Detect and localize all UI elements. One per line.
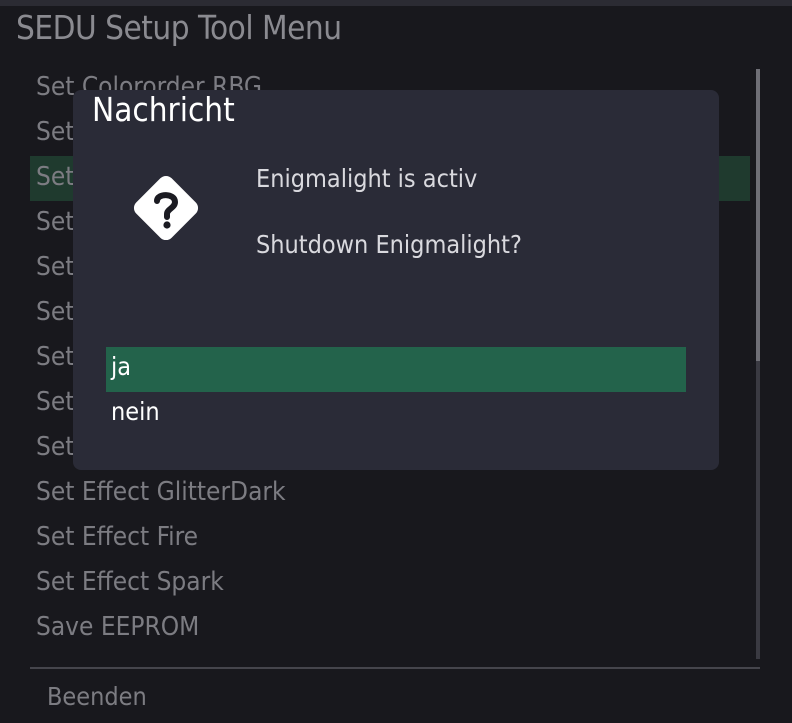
menu-item-effect-fire[interactable]: Set Effect Fire — [30, 516, 750, 561]
exit-label[interactable]: Beenden — [47, 682, 147, 711]
dialog-title: Nachricht — [92, 90, 235, 129]
window-title: SEDU Setup Tool Menu — [16, 8, 342, 47]
dialog-message-line-2: Shutdown Enigmalight? — [256, 230, 522, 259]
scrollbar-thumb[interactable] — [756, 69, 760, 361]
menu-scrollbar[interactable] — [756, 69, 760, 659]
menu-item-effect-spark[interactable]: Set Effect Spark — [30, 561, 750, 606]
screen: SEDU Setup Tool Menu Set Colororder RBG … — [0, 0, 792, 723]
choice-yes[interactable]: ja — [106, 347, 686, 392]
message-dialog: Nachricht Enigmalight is activ Shutdown … — [73, 90, 719, 470]
question-diamond-icon — [133, 175, 199, 241]
menu-item-save-eeprom[interactable]: Save EEPROM — [30, 606, 750, 651]
dialog-choices: ja nein — [106, 347, 686, 437]
menu-item-effect-glitterdark[interactable]: Set Effect GlitterDark — [30, 471, 750, 516]
choice-no[interactable]: nein — [106, 392, 686, 437]
dialog-message-line-1: Enigmalight is activ — [256, 164, 478, 193]
footer-divider — [30, 667, 760, 669]
